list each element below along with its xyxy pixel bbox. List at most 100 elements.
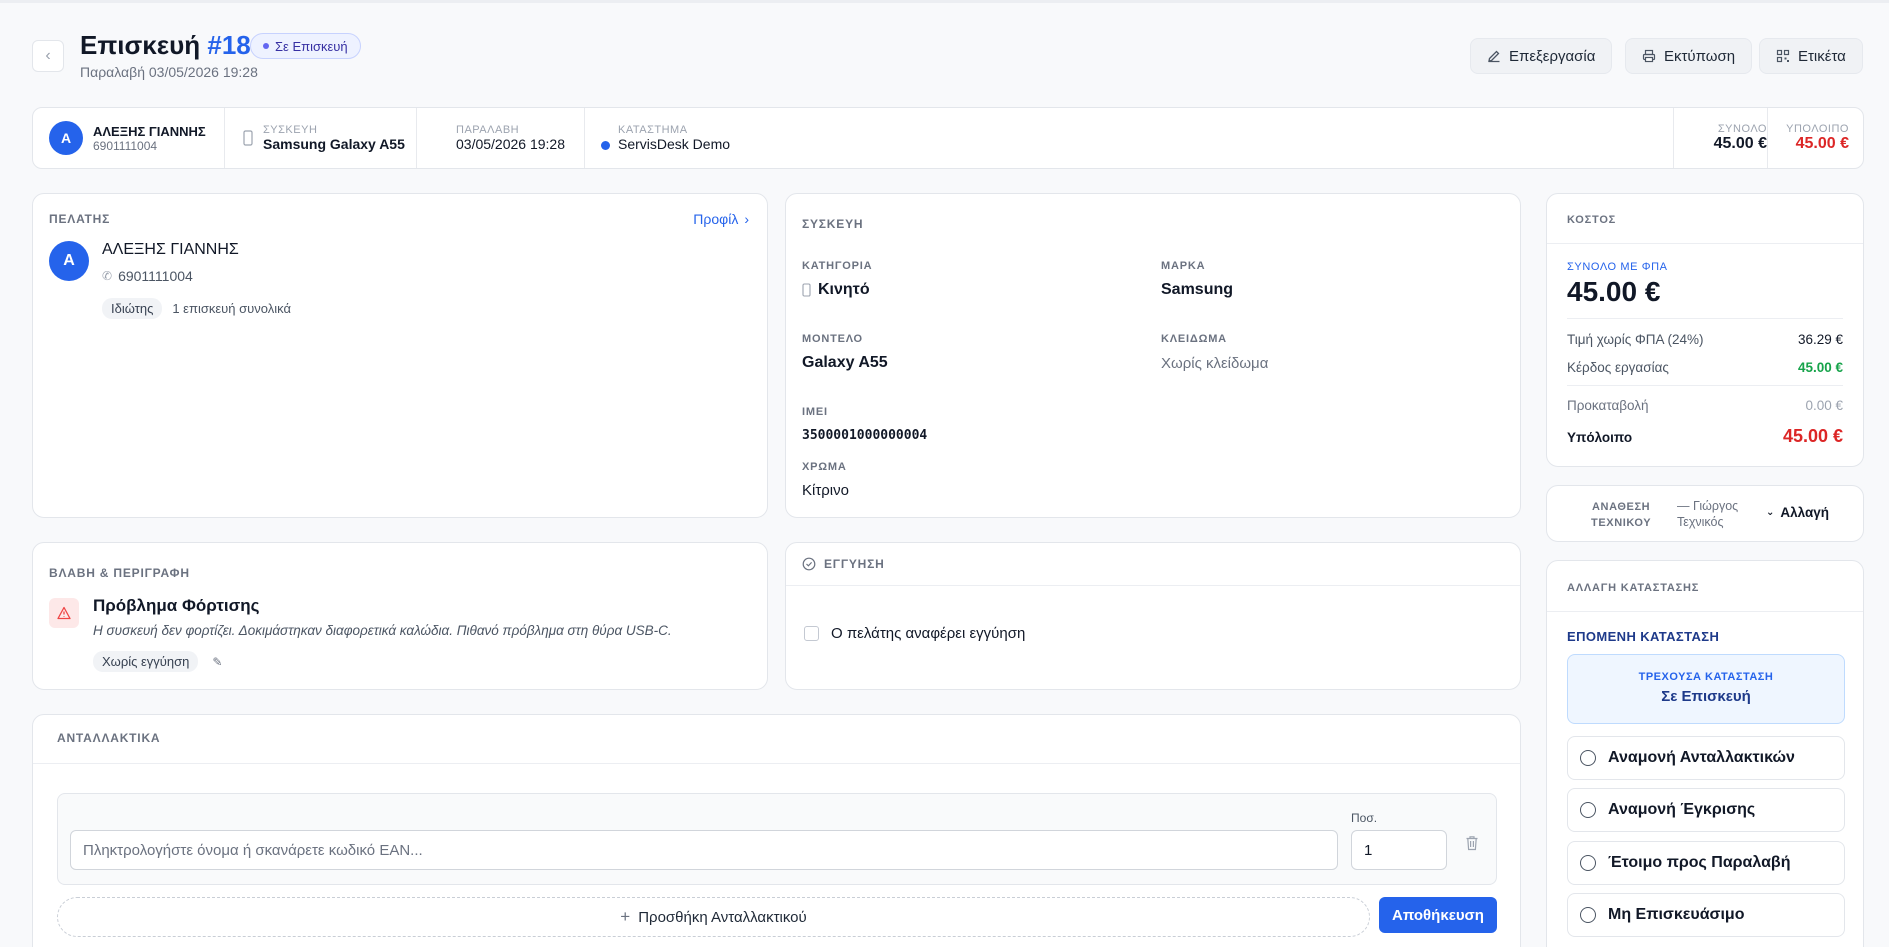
lock-label: ΚΛΕΙΔΩΜΑ bbox=[1161, 333, 1227, 345]
warranty-checkbox-row[interactable]: Ο πελάτης αναφέρει εγγύηση bbox=[804, 625, 1025, 642]
warranty-header: ΕΓΓΥΗΣΗ bbox=[802, 557, 885, 571]
imei-label: IMEI bbox=[802, 406, 828, 418]
summary-store-value: ServisDesk Demo bbox=[618, 136, 731, 152]
title-prefix: Επισκευή bbox=[80, 30, 201, 60]
summary-balance: ΥΠΟΛΟΙΠΟ 45.00 € bbox=[1777, 108, 1849, 168]
summary-total-label: ΣΥΝΟΛΟ bbox=[1717, 123, 1767, 135]
device-section-title: ΣΥΣΚΕΥΗ bbox=[802, 217, 864, 231]
label-button[interactable]: Ετικέτα bbox=[1759, 38, 1863, 74]
current-status-label: ΤΡΕΧΟΥΣΑ ΚΑΤΑΣΤΑΣΗ bbox=[1638, 671, 1774, 683]
customer-section-title: ΠΕΛΑΤΗΣ bbox=[49, 212, 111, 226]
check-circle-icon bbox=[802, 557, 816, 571]
deposit-label: Προκαταβολή bbox=[1567, 398, 1649, 413]
phone-icon bbox=[802, 283, 811, 297]
divider bbox=[584, 108, 585, 168]
device-card: ΣΥΣΚΕΥΗ ΚΑΤΗΓΟΡΙΑ Κινητό ΜΑΡΚΑ Samsung Μ… bbox=[785, 193, 1521, 518]
radio-icon[interactable] bbox=[1580, 750, 1596, 766]
top-border bbox=[0, 0, 1889, 3]
balance-label: Υπόλοιπο bbox=[1567, 430, 1633, 445]
divider bbox=[786, 585, 1520, 586]
color-label: ΧΡΩΜΑ bbox=[802, 461, 847, 473]
summary-customer[interactable]: A ΑΛΕΞΗΣ ΓΙΑΝΝΗΣ 6901111004 bbox=[49, 108, 229, 168]
summary-device-label: ΣΥΣΚΕΥΗ bbox=[263, 124, 318, 136]
brand-label: ΜΑΡΚΑ bbox=[1161, 260, 1206, 272]
warranty-checkbox[interactable] bbox=[804, 626, 819, 641]
divider bbox=[1567, 318, 1843, 319]
labor-profit-value: 45.00 € bbox=[1797, 360, 1843, 375]
customer-avatar: A bbox=[49, 241, 89, 281]
status-option-ready-for-pickup[interactable]: Έτοιμο προς Παραλαβή bbox=[1567, 841, 1845, 885]
technician-card: ΑΝΑΘΕΣΗ ΤΕΧΝΙΚΟΥ — Γιώργος Τεχνικός ⌄ Αλ… bbox=[1546, 485, 1864, 542]
chevron-down-icon: ⌄ bbox=[1766, 507, 1775, 518]
technician-value-line1: — Γιώργος bbox=[1677, 499, 1739, 513]
customer-phone-row: ✆ 6901111004 bbox=[102, 268, 193, 284]
summary-balance-label: ΥΠΟΛΟΙΠΟ bbox=[1786, 123, 1849, 135]
divider bbox=[416, 108, 417, 168]
phone-handset-icon: ✆ bbox=[102, 269, 113, 283]
part-search-input[interactable] bbox=[70, 830, 1338, 870]
fault-section-title: ΒΛΑΒΗ & ΠΕΡΙΓΡΑΦΗ bbox=[49, 566, 190, 580]
status-option-label: Αναμονή Έγκρισης bbox=[1608, 801, 1756, 818]
status-option-label: Έτοιμο προς Παραλαβή bbox=[1608, 854, 1791, 871]
balance-value: 45.00 € bbox=[1782, 426, 1843, 446]
radio-icon[interactable] bbox=[1580, 907, 1596, 923]
current-status-box: ΤΡΕΧΟΥΣΑ ΚΑΤΑΣΤΑΣΗ Σε Επισκευή bbox=[1567, 654, 1845, 724]
model-value: Galaxy A55 bbox=[802, 354, 888, 371]
technician-label-line2: ΤΕΧΝΙΚΟΥ bbox=[1591, 517, 1652, 529]
technician-label: ΑΝΑΘΕΣΗ ΤΕΧΝΙΚΟΥ bbox=[1591, 499, 1651, 531]
edit-button[interactable]: Επεξεργασία bbox=[1470, 38, 1613, 74]
summary-total-value: 45.00 € bbox=[1713, 135, 1767, 152]
net-price-value: 36.29 € bbox=[1797, 332, 1843, 347]
quantity-input[interactable] bbox=[1351, 830, 1447, 870]
status-badge: Σε Επισκευή bbox=[250, 33, 361, 59]
status-option-unrepairable[interactable]: Μη Επισκευάσιμο bbox=[1567, 893, 1845, 937]
summary-store-label: ΚΑΤΑΣΤΗΜΑ bbox=[618, 124, 688, 136]
divider bbox=[1547, 611, 1863, 612]
plus-icon: + bbox=[620, 907, 631, 926]
current-status-value: Σε Επισκευή bbox=[1661, 688, 1751, 705]
color-value: Κίτρινο bbox=[802, 482, 849, 499]
fault-description: Η συσκευή δεν φορτίζει. Δοκιμάστηκαν δια… bbox=[93, 623, 672, 638]
save-parts-button[interactable]: Αποθήκευση bbox=[1379, 897, 1497, 933]
add-part-button[interactable]: + Προσθήκη Ανταλλακτικού bbox=[57, 897, 1370, 937]
chevron-right-icon: › bbox=[744, 211, 749, 227]
divider bbox=[1767, 108, 1768, 168]
status-option-label: Αναμονή Ανταλλακτικών bbox=[1608, 749, 1795, 766]
divider bbox=[33, 763, 1520, 764]
change-technician-button[interactable]: ⌄ Αλλαγή bbox=[1766, 505, 1829, 520]
status-option-awaiting-approval[interactable]: Αναμονή Έγκρισης bbox=[1567, 788, 1845, 832]
cost-card: ΚΟΣΤΟΣ ΣΥΝΟΛΟ ΜΕ ΦΠΑ 45.00 € Τιμή χωρίς … bbox=[1546, 193, 1864, 467]
label-button-label: Ετικέτα bbox=[1798, 47, 1846, 65]
parts-section-title: ΑΝΤΑΛΛΑΚΤΙΚΑ bbox=[57, 731, 161, 745]
printer-icon bbox=[1642, 49, 1656, 63]
trash-icon[interactable] bbox=[1459, 830, 1485, 856]
divider bbox=[1547, 243, 1863, 244]
status-option-label: Μη Επισκευάσιμο bbox=[1608, 906, 1745, 923]
total-vat-value: 45.00 € bbox=[1567, 276, 1661, 307]
print-button-label: Εκτύπωση bbox=[1664, 47, 1736, 65]
status-option-awaiting-parts[interactable]: Αναμονή Ανταλλακτικών bbox=[1567, 736, 1845, 780]
customer-phone: 6901111004 bbox=[118, 268, 193, 284]
parts-card: ΑΝΤΑΛΛΑΚΤΙΚΑ Ποσ. + Προσθήκη Ανταλλακτικ… bbox=[32, 714, 1521, 947]
radio-icon[interactable] bbox=[1580, 802, 1596, 818]
warning-icon bbox=[49, 598, 79, 628]
customer-name: ΑΛΕΞΗΣ ΓΙΑΝΝΗΣ bbox=[102, 241, 239, 258]
category-value-row: Κινητό bbox=[802, 281, 870, 299]
next-status-label: ΕΠΟΜΕΝΗ ΚΑΤΑΣΤΑΣΗ bbox=[1567, 629, 1720, 644]
model-label: ΜΟΝΤΕΛΟ bbox=[802, 333, 863, 345]
cost-section-title: ΚΟΣΤΟΣ bbox=[1567, 214, 1617, 226]
summary-device: ΣΥΣΚΕΥΗ Samsung Galaxy A55 bbox=[243, 108, 405, 168]
back-button[interactable]: ‹ bbox=[32, 40, 64, 72]
profile-link[interactable]: Προφίλ › bbox=[693, 211, 749, 227]
profile-link-label: Προφίλ bbox=[693, 211, 739, 227]
print-button[interactable]: Εκτύπωση bbox=[1625, 38, 1753, 74]
qr-code-icon bbox=[1776, 49, 1790, 63]
technician-value: — Γιώργος Τεχνικός bbox=[1677, 498, 1738, 530]
status-change-card: ΑΛΛΑΓΗ ΚΑΤΑΣΤΑΣΗΣ ΕΠΟΜΕΝΗ ΚΑΤΑΣΤΑΣΗ ΤΡΕΧ… bbox=[1546, 560, 1864, 947]
edit-button-label: Επεξεργασία bbox=[1509, 47, 1596, 65]
summary-bar: A ΑΛΕΞΗΣ ΓΙΑΝΝΗΣ 6901111004 ΣΥΣΚΕΥΗ Sams… bbox=[32, 107, 1864, 169]
radio-icon[interactable] bbox=[1580, 855, 1596, 871]
summary-total: ΣΥΝΟΛΟ 45.00 € bbox=[1691, 108, 1767, 168]
category-value: Κινητό bbox=[818, 281, 870, 298]
edit-pencil-icon[interactable]: ✎ bbox=[212, 655, 222, 669]
